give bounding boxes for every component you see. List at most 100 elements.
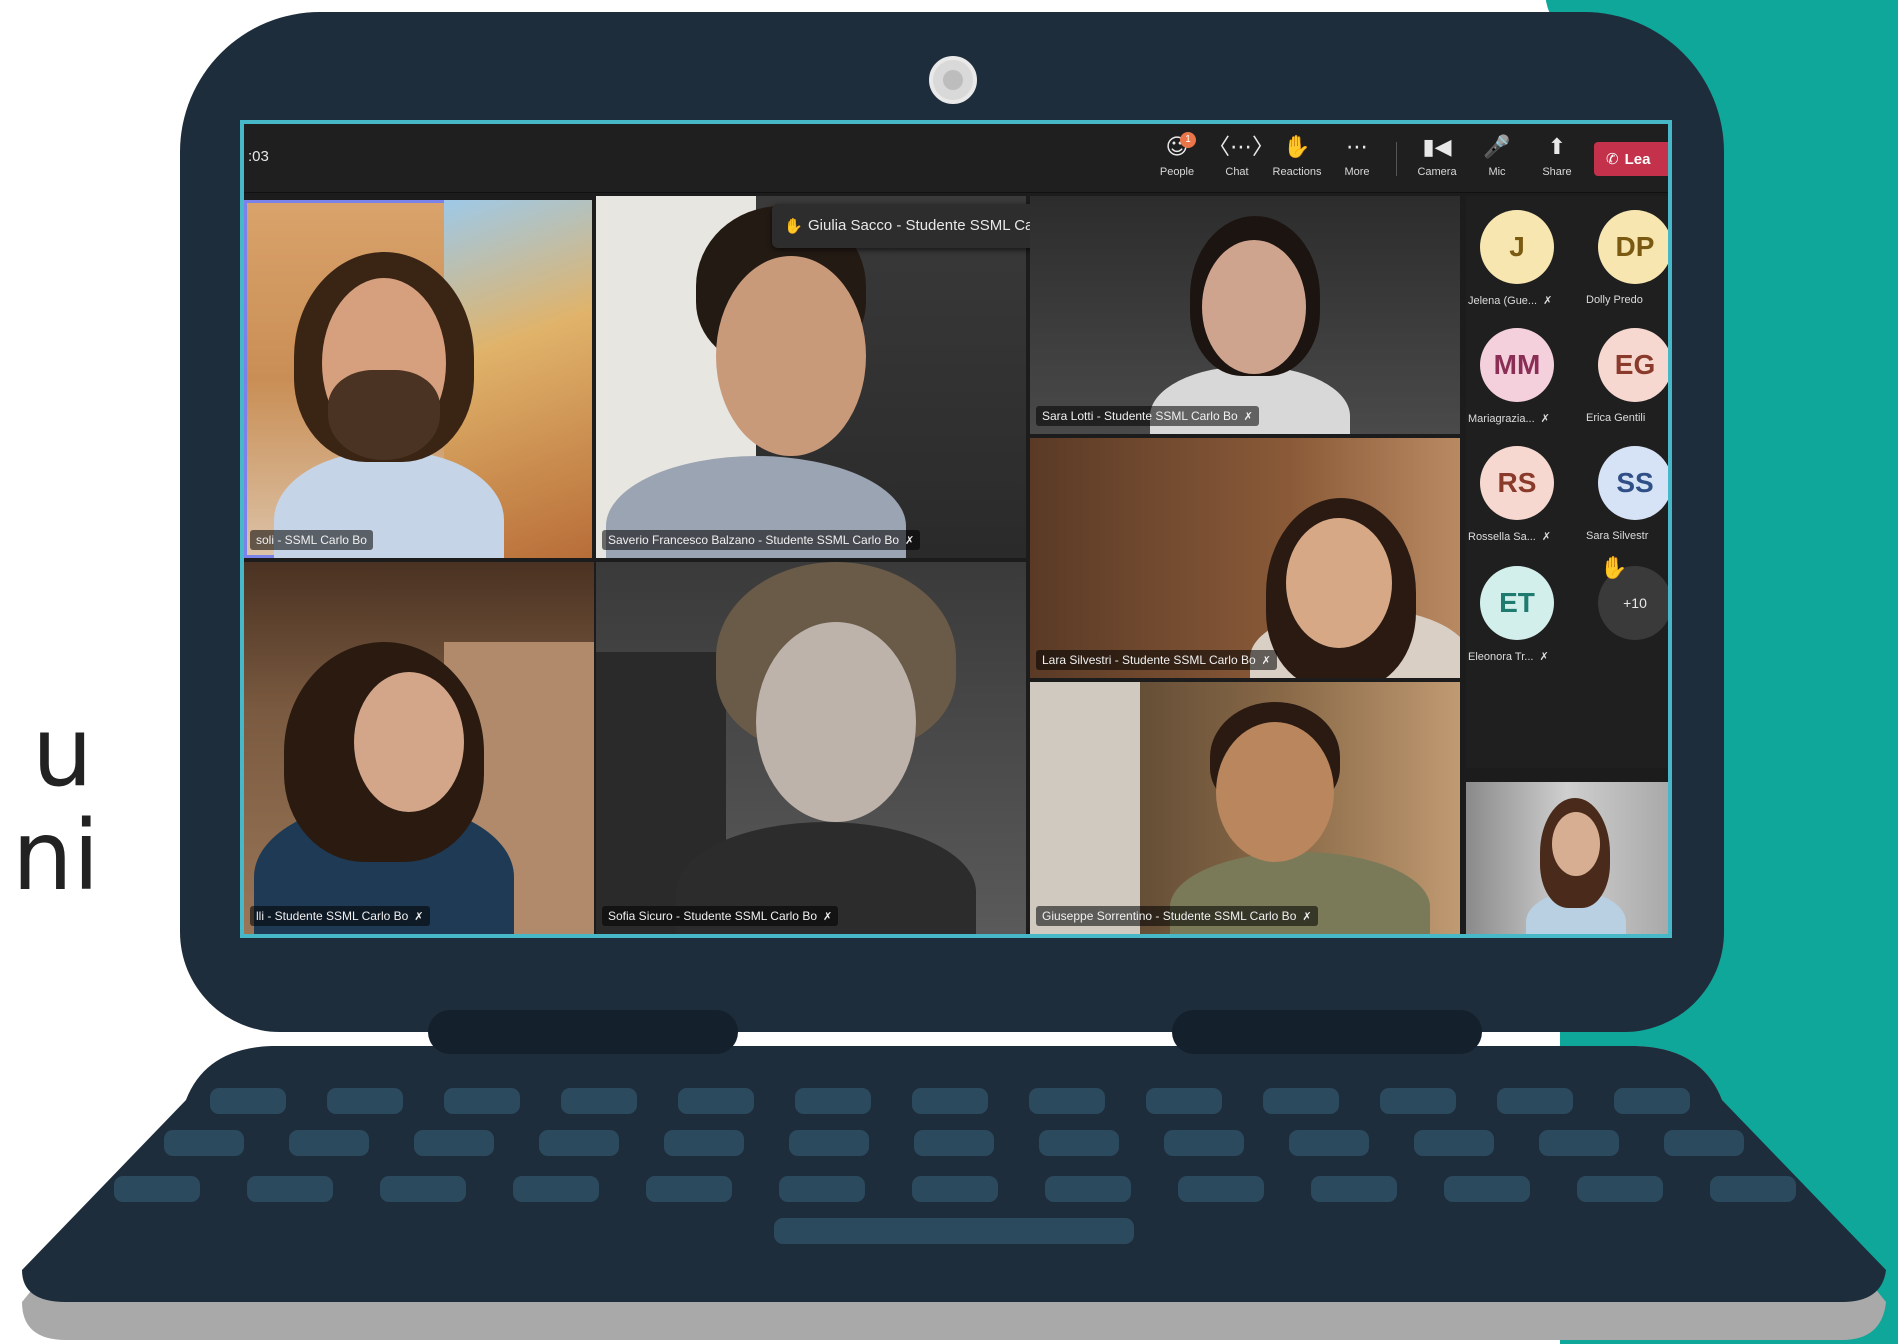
leave-label: Lea: [1624, 151, 1651, 168]
chat-button[interactable]: 〈⋯〉 Chat: [1208, 134, 1275, 178]
keyboard-key: [1029, 1088, 1105, 1114]
hinge-left: [428, 1010, 738, 1054]
participant-name: Lara Silvestri - Studente SSML Carlo Bo ✗: [1036, 650, 1277, 670]
mic-label: Mic: [1488, 166, 1506, 178]
keyboard-key: [1664, 1130, 1744, 1156]
keyboard-key: [380, 1176, 466, 1202]
people-button[interactable]: ☺ 1 People: [1148, 132, 1206, 178]
more-icon: ⋯: [1346, 135, 1368, 160]
participant-name: soli - SSML Carlo Bo: [250, 530, 373, 550]
video-tile[interactable]: lli - Studente SSML Carlo Bo ✗: [244, 562, 594, 934]
participant-roster: J Jelena (Gue... ✗ DP Dolly Predo MM Mariagraz…: [1466, 196, 1668, 768]
keyboard-key: [1614, 1088, 1690, 1114]
avatar[interactable]: MM: [1480, 328, 1554, 402]
person-face: [354, 672, 464, 812]
keyboard-key: [444, 1088, 520, 1114]
avatar-name: Mariagrazia... ✗: [1468, 412, 1550, 425]
keyboard-key: [513, 1176, 599, 1202]
avatar[interactable]: RS: [1480, 446, 1554, 520]
share-button[interactable]: ⬆ Share: [1528, 134, 1586, 178]
keyboard-key: [1380, 1088, 1456, 1114]
keyboard-key: [912, 1176, 998, 1202]
reactions-button[interactable]: ✋ Reactions: [1268, 134, 1326, 178]
camera-label: Camera: [1417, 166, 1457, 178]
people-icon: ☺: [1165, 135, 1189, 160]
muted-mic-icon: ✗: [1539, 650, 1549, 663]
avatar[interactable]: J: [1480, 210, 1554, 284]
chat-label: Chat: [1225, 166, 1249, 178]
keyboard-key: [561, 1088, 637, 1114]
keyboard-key: [1146, 1088, 1222, 1114]
avatar[interactable]: EG: [1598, 328, 1668, 402]
camera-icon: ▮◀: [1422, 135, 1452, 160]
keyboard-key: [1045, 1176, 1131, 1202]
avatar-name: Dolly Predo: [1586, 294, 1643, 306]
muted-mic-icon: ✗: [1243, 410, 1253, 423]
avatar[interactable]: DP: [1598, 210, 1668, 284]
side-text-line-2: ni: [12, 800, 100, 912]
keyboard-key: [539, 1130, 619, 1156]
muted-mic-icon: ✗: [823, 910, 833, 923]
chat-icon: 〈⋯〉: [1208, 135, 1275, 160]
meeting-timer: :03: [248, 148, 269, 165]
raised-hand-icon: ✋: [784, 217, 803, 235]
avatar-name: Eleonora Tr... ✗: [1468, 650, 1549, 663]
muted-mic-icon: ✗: [414, 910, 424, 923]
keyboard-key: [164, 1130, 244, 1156]
keyboard-spacebar: [774, 1218, 1134, 1244]
more-button[interactable]: ⋯ More: [1328, 134, 1386, 178]
participant-name: Saverio Francesco Balzano - Studente SSM…: [602, 530, 921, 550]
camera-button[interactable]: ▮◀ Camera: [1408, 134, 1466, 178]
keyboard-key: [1577, 1176, 1663, 1202]
keyboard-key: [327, 1088, 403, 1114]
meeting-screen: :03 ☺ 1 People 〈⋯〉 Chat ✋ Reactions ⋯ Mo…: [240, 120, 1672, 938]
raised-hand-icon: ✋: [1600, 556, 1628, 581]
muted-mic-icon: ✗: [1541, 530, 1552, 543]
keyboard-key: [1414, 1130, 1494, 1156]
person-face: [756, 622, 916, 822]
leave-button[interactable]: ✆ Lea: [1594, 142, 1668, 176]
avatar-name: Rossella Sa... ✗: [1468, 530, 1552, 543]
person-beard: [328, 370, 440, 460]
person-face: [1286, 518, 1392, 648]
self-view-tile[interactable]: [1466, 782, 1668, 934]
keyboard-key: [914, 1130, 994, 1156]
keyboard-key: [678, 1088, 754, 1114]
keyboard-key: [1263, 1088, 1339, 1114]
muted-mic-icon: ✗: [1540, 412, 1550, 425]
video-tile[interactable]: Sofia Sicuro - Studente SSML Carlo Bo ✗: [596, 562, 1026, 934]
people-label: People: [1159, 166, 1195, 178]
avatar-name: Sara Silvestr: [1586, 530, 1649, 542]
meeting-toolbar: :03 ☺ 1 People 〈⋯〉 Chat ✋ Reactions ⋯ Mo…: [244, 124, 1668, 193]
reactions-label: Reactions: [1272, 166, 1322, 178]
keyboard-key: [289, 1130, 369, 1156]
keyboard-key: [1497, 1088, 1573, 1114]
video-tile[interactable]: Giuseppe Sorrentino - Studente SSML Carl…: [1030, 682, 1460, 934]
participant-name: Sara Lotti - Studente SSML Carlo Bo ✗: [1036, 406, 1259, 426]
mic-button[interactable]: 🎤 Mic: [1468, 134, 1526, 178]
keyboard-key: [1164, 1130, 1244, 1156]
video-tile[interactable]: Saverio Francesco Balzano - Studente SSM…: [596, 196, 1026, 558]
avatar[interactable]: SS: [1598, 446, 1668, 520]
keyboard-key: [646, 1176, 732, 1202]
keyboard-key: [779, 1176, 865, 1202]
side-text-line-1: u: [32, 696, 93, 808]
keyboard-key: [210, 1088, 286, 1114]
avatar[interactable]: ET: [1480, 566, 1554, 640]
video-tile[interactable]: soli - SSML Carlo Bo: [244, 200, 592, 558]
video-tile[interactable]: Sara Lotti - Studente SSML Carlo Bo ✗: [1030, 196, 1460, 434]
video-tile[interactable]: Lara Silvestri - Studente SSML Carlo Bo ✗: [1030, 438, 1460, 678]
keyboard-key: [1539, 1130, 1619, 1156]
people-badge: 1: [1180, 132, 1196, 148]
participant-name: Sofia Sicuro - Studente SSML Carlo Bo ✗: [602, 906, 839, 926]
participant-name: lli - Studente SSML Carlo Bo ✗: [250, 906, 430, 926]
keyboard-key: [1289, 1130, 1369, 1156]
keyboard-key: [1039, 1130, 1119, 1156]
keyboard-key: [247, 1176, 333, 1202]
keyboard-key: [789, 1130, 869, 1156]
more-label: More: [1344, 166, 1370, 178]
keyboard-key: [1710, 1176, 1796, 1202]
mic-icon: 🎤: [1483, 135, 1511, 160]
keyboard-key: [912, 1088, 988, 1114]
person-face: [1552, 812, 1600, 876]
